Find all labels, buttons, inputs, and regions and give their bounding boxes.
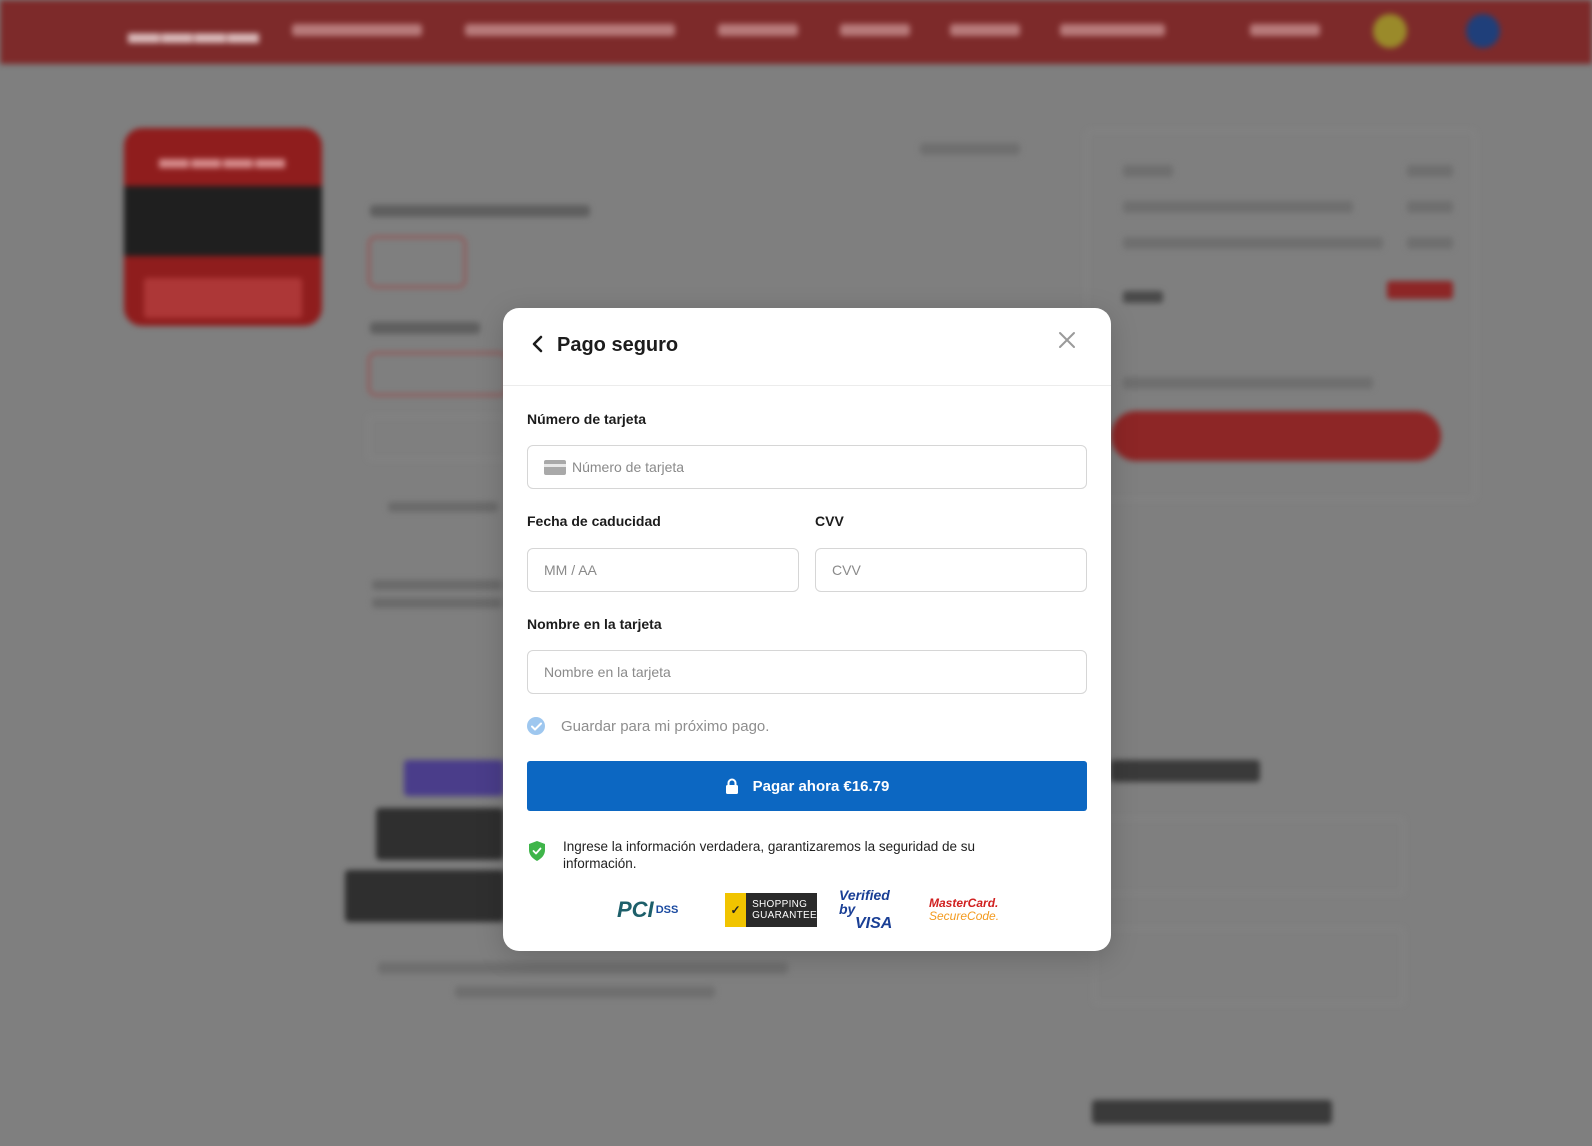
pci-dss-badge: PCI DSS	[617, 897, 679, 922]
secure-payment-modal: Pago seguro Número de tarjeta Fecha de c…	[503, 308, 1111, 951]
modal-header: Pago seguro	[503, 308, 1111, 386]
verified-by-visa-badge: Verified by VISA	[839, 887, 893, 932]
nav-item	[950, 24, 1020, 36]
coin-icon	[1373, 14, 1407, 48]
lock-icon	[725, 778, 738, 794]
top-navbar: ▬▬▬▬	[0, 0, 1592, 64]
nav-item	[465, 24, 675, 36]
pay-now-label: Pagar ahora €16.79	[752, 777, 890, 795]
nav-item	[292, 24, 422, 36]
close-icon	[1059, 332, 1075, 348]
expiry-field[interactable]	[527, 548, 799, 592]
product-logo: ▬▬▬▬	[159, 142, 287, 175]
cvv-field[interactable]	[815, 548, 1087, 592]
expiry-input[interactable]	[528, 549, 798, 591]
close-button[interactable]	[1053, 326, 1081, 354]
cvv-input[interactable]	[816, 549, 1086, 591]
norton-check-icon: ✓	[725, 893, 747, 927]
card-number-label: Número de tarjeta	[527, 411, 647, 427]
nav-item	[1250, 24, 1320, 36]
card-number-input[interactable]	[528, 446, 1086, 488]
product-image: ▬▬▬▬	[124, 128, 322, 326]
cardholder-name-input[interactable]	[528, 651, 1086, 693]
cvv-label: CVV	[815, 513, 844, 529]
security-note-text: Ingrese la información verdadera, garant…	[563, 839, 975, 871]
mastercard-securecode-badge: MasterCard. SecureCode.	[929, 896, 1000, 923]
credit-card-icon	[544, 460, 566, 475]
card-number-field[interactable]	[527, 445, 1087, 489]
avatar	[1466, 14, 1500, 48]
pay-now-button[interactable]: Pagar ahora €16.79	[527, 761, 1087, 811]
expiry-label: Fecha de caducidad	[527, 513, 661, 529]
site-logo: ▬▬▬▬	[128, 14, 260, 50]
check-icon	[527, 717, 545, 735]
save-card-label: Guardar para mi próximo pago.	[561, 717, 770, 735]
summary-pay-button	[1111, 411, 1441, 461]
back-button[interactable]	[523, 330, 551, 358]
nav-item	[718, 24, 798, 36]
shield-check-icon	[529, 841, 545, 861]
nav-item	[1060, 24, 1165, 36]
modal-title: Pago seguro	[557, 334, 679, 356]
save-card-checkbox[interactable]: Guardar para mi próximo pago.	[527, 717, 769, 735]
order-summary	[1086, 130, 1476, 500]
chevron-left-icon	[532, 335, 543, 353]
norton-shopping-guarantee-badge: ✓ SHOPPING GUARANTEE	[725, 893, 817, 927]
cardholder-name-label: Nombre en la tarjeta	[527, 616, 662, 632]
nav-item	[840, 24, 910, 36]
cardholder-name-field[interactable]	[527, 650, 1087, 694]
trust-badges: PCI DSS ✓ SHOPPING GUARANTEE Verified by …	[617, 887, 1000, 932]
